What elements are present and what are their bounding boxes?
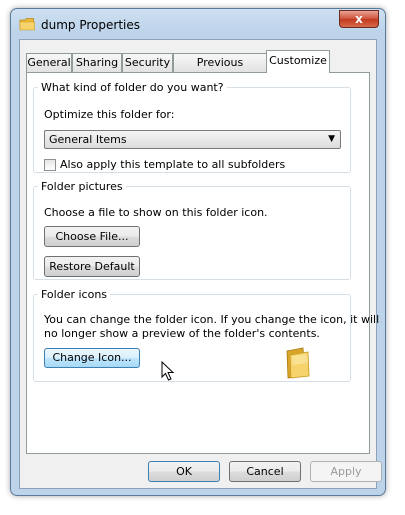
ok-label: OK bbox=[176, 465, 192, 478]
cancel-button[interactable]: Cancel bbox=[229, 461, 301, 482]
optimize-dropdown[interactable]: General Items ▼ bbox=[44, 130, 341, 149]
optimize-selected-value: General Items bbox=[49, 133, 127, 146]
optimize-label: Optimize this folder for: bbox=[44, 108, 175, 121]
restore-default-label: Restore Default bbox=[49, 260, 135, 273]
folder-type-group: What kind of folder do you want? Optimiz… bbox=[33, 81, 351, 173]
choose-file-label: Choose File... bbox=[55, 230, 129, 243]
folder-icons-description-line1: You can change the folder icon. If you c… bbox=[44, 313, 380, 326]
tab-sharing[interactable]: Sharing bbox=[72, 53, 122, 72]
tab-label: General bbox=[27, 56, 71, 69]
folder-icons-description-line2: no longer show a preview of the folder's… bbox=[44, 327, 320, 340]
folder-icon bbox=[286, 347, 310, 379]
tab-previous-versions[interactable]: Previous Versions bbox=[173, 53, 267, 86]
change-icon-label: Change Icon... bbox=[52, 351, 132, 364]
close-button[interactable]: x bbox=[339, 10, 379, 28]
title-bar[interactable]: dump Properties x bbox=[11, 9, 385, 39]
window-title: dump Properties bbox=[41, 18, 140, 32]
folder-icons-legend: Folder icons bbox=[41, 288, 108, 301]
apply-subfolders-checkbox[interactable] bbox=[44, 159, 56, 171]
customize-panel: What kind of folder do you want? Optimiz… bbox=[26, 72, 379, 454]
cancel-label: Cancel bbox=[246, 465, 284, 478]
tab-security[interactable]: Security bbox=[122, 53, 173, 72]
ok-button[interactable]: OK bbox=[148, 461, 220, 482]
folder-icon bbox=[19, 18, 35, 31]
apply-label: Apply bbox=[330, 465, 362, 478]
tab-general[interactable]: General bbox=[26, 53, 72, 72]
apply-subfolders-label[interactable]: Also apply this template to all subfolde… bbox=[60, 158, 285, 171]
tab-label: Security bbox=[124, 56, 171, 69]
properties-window: dump Properties x General Sharing Securi… bbox=[10, 8, 386, 496]
tab-label: Sharing bbox=[75, 56, 119, 69]
choose-file-button[interactable]: Choose File... bbox=[44, 226, 140, 247]
close-icon: x bbox=[355, 12, 363, 26]
dialog-body: General Sharing Security Previous Versio… bbox=[19, 39, 382, 489]
chevron-down-icon: ▼ bbox=[328, 134, 335, 144]
restore-default-button[interactable]: Restore Default bbox=[44, 256, 140, 277]
folder-pictures-group: Folder pictures Choose a file to show on… bbox=[33, 180, 351, 280]
mouse-pointer-icon bbox=[161, 361, 175, 381]
apply-button[interactable]: Apply bbox=[310, 461, 382, 482]
folder-pictures-description: Choose a file to show on this folder ico… bbox=[44, 206, 268, 219]
folder-type-legend: What kind of folder do you want? bbox=[41, 81, 224, 94]
folder-pictures-legend: Folder pictures bbox=[41, 180, 123, 193]
change-icon-button[interactable]: Change Icon... bbox=[44, 348, 140, 368]
tab-customize[interactable]: Customize bbox=[266, 50, 330, 73]
folder-icons-group: Folder icons You can change the folder i… bbox=[33, 288, 379, 382]
tab-label: Customize bbox=[269, 54, 327, 67]
